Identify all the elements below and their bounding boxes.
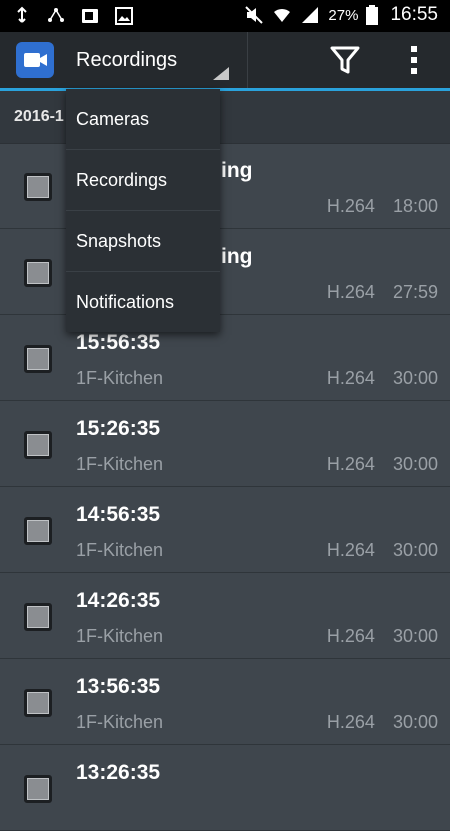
row-time: 13:56:35	[76, 675, 161, 698]
spinner-triangle-icon	[213, 67, 229, 80]
row-checkbox[interactable]	[24, 775, 52, 803]
row-duration: 18:00	[392, 196, 438, 216]
mute-icon	[245, 6, 264, 24]
list-item[interactable]: 14:56:35 1F-Kitchen H.264 30:00	[0, 487, 450, 573]
row-meta: H.264 30:00	[327, 712, 438, 733]
row-duration: 27:59	[392, 282, 438, 302]
filter-icon[interactable]	[330, 44, 360, 76]
battery-icon	[366, 5, 379, 25]
status-bar: 27% 16:55	[0, 0, 450, 32]
row-codec: H.264	[326, 196, 375, 216]
row-duration: 30:00	[392, 626, 438, 646]
row-duration: 30:00	[392, 368, 438, 388]
row-checkbox[interactable]	[24, 345, 52, 373]
row-codec: H.264	[326, 282, 375, 302]
row-camera: 1F-Kitchen	[76, 368, 164, 388]
row-camera: 1F-Kitchen	[76, 540, 164, 560]
row-meta: H.264 30:00	[327, 540, 438, 561]
row-meta: H.264 30:00	[327, 626, 438, 647]
list-item[interactable]: 13:26:35	[0, 745, 450, 831]
row-camera: 1F-Kitchen	[76, 626, 164, 646]
row-checkbox[interactable]	[24, 431, 52, 459]
row-codec: H.264	[326, 712, 375, 732]
row-checkbox[interactable]	[24, 689, 52, 717]
row-time: 14:26:35	[76, 589, 161, 612]
row-meta	[420, 798, 438, 819]
menu-item-cameras[interactable]: Cameras	[66, 89, 220, 150]
row-time: 13:26:35	[76, 761, 161, 784]
row-duration: 30:00	[392, 540, 438, 560]
signal-icon	[302, 7, 319, 23]
row-time: 14:56:35	[76, 503, 161, 526]
list-item[interactable]: 15:26:35 1F-Kitchen H.264 30:00	[0, 401, 450, 487]
row-codec: H.264	[326, 454, 375, 474]
row-meta: H.264 27:59	[327, 282, 438, 303]
spinner-label: Recordings	[76, 49, 178, 71]
row-duration: 30:00	[392, 454, 438, 474]
image-icon	[115, 7, 133, 25]
row-codec: H.264	[326, 540, 375, 560]
usb-icon	[17, 6, 27, 23]
row-checkbox[interactable]	[24, 259, 52, 287]
row-codec: H.264	[326, 368, 375, 388]
overflow-menu-icon[interactable]	[408, 44, 420, 76]
row-camera: 1F-Kitchen	[76, 454, 164, 474]
row-camera: 1F-Kitchen	[76, 712, 164, 732]
action-bar: Recordings	[0, 32, 450, 91]
row-checkbox[interactable]	[24, 517, 52, 545]
action-bar-divider	[247, 32, 248, 88]
row-codec: H.264	[326, 626, 375, 646]
view-dropdown-menu: Cameras Recordings Snapshots Notificatio…	[66, 89, 220, 332]
app-camera-icon[interactable]	[16, 42, 54, 78]
row-checkbox[interactable]	[24, 173, 52, 201]
list-item[interactable]: 13:56:35 1F-Kitchen H.264 30:00	[0, 659, 450, 745]
date-label: 2016-1	[14, 108, 64, 125]
row-checkbox[interactable]	[24, 603, 52, 631]
row-time: 15:56:35	[76, 331, 161, 354]
status-clock: 16:55	[390, 4, 438, 25]
menu-item-recordings[interactable]: Recordings	[66, 150, 220, 211]
status-left-icons	[12, 6, 134, 26]
row-duration: 30:00	[392, 712, 438, 732]
network-icon	[48, 8, 64, 22]
list-item[interactable]: 14:26:35 1F-Kitchen H.264 30:00	[0, 573, 450, 659]
row-meta: H.264 18:00	[327, 196, 438, 217]
row-meta: H.264 30:00	[327, 454, 438, 475]
row-time: 15:26:35	[76, 417, 161, 440]
menu-item-snapshots[interactable]: Snapshots	[66, 211, 220, 272]
battery-percent: 27%	[328, 6, 359, 24]
status-right-icons: 27% 16:55	[244, 4, 438, 26]
office-icon	[82, 9, 98, 23]
wifi-icon	[274, 8, 291, 22]
row-meta: H.264 30:00	[327, 368, 438, 389]
menu-item-notifications[interactable]: Notifications	[66, 272, 220, 332]
